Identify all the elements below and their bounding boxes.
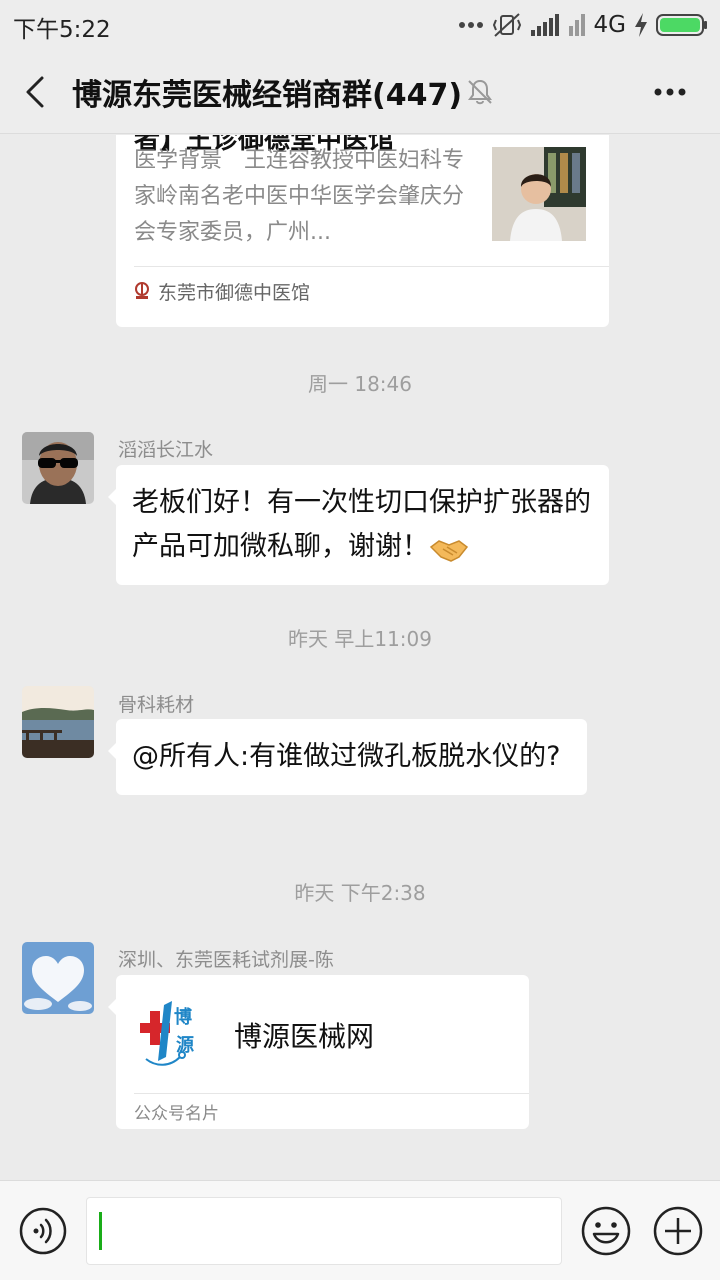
article-card[interactable]: 者】王诊御德堂中医馆 医学背景 王连容教授中医妇科专家岭南名老中医中华医学会肇庆… [116,135,609,327]
emoji-icon[interactable] [580,1205,632,1257]
article-source: 东莞市御德中医馆 [134,276,310,306]
vibrate-off-icon [492,13,521,37]
avatar[interactable] [22,686,94,758]
avatar[interactable] [22,432,94,504]
message-bubble[interactable]: @所有人:有谁做过微孔板脱水仪的? [108,719,587,795]
message-input[interactable] [86,1197,562,1265]
article-divider [134,266,609,267]
message-text: 老板们好！有一次性切口保护扩张器的产品可加微私聊，谢谢！ [132,487,591,562]
input-bar [0,1180,720,1280]
sim-signal-icon [568,14,585,36]
mute-bell-icon [468,79,492,105]
contact-card[interactable]: 博 源 博源医械网 公众号名片 [108,975,529,1129]
message-bubble[interactable]: 老板们好！有一次性切口保护扩张器的产品可加微私聊，谢谢！ [108,465,609,585]
timestamp: 昨天 下午2:38 [294,881,426,905]
handshake-icon [429,539,469,562]
more-icon[interactable] [650,78,690,106]
status-icons: 4G [458,10,708,40]
boyuan-logo-icon: 博 源 [140,1001,194,1066]
chat-area[interactable]: 者】王诊御德堂中医馆 医学背景 王连容教授中医妇科专家岭南名老中医中华医学会肇庆… [0,135,720,1180]
sender-name: 骨科耗材 [118,694,195,716]
avatar[interactable] [22,942,94,1014]
card-type: 公众号名片 [134,1104,219,1124]
sender-name: 滔滔长江水 [118,439,214,461]
chat-header: 博源东莞医械经销商群(447) [0,50,720,134]
status-bar: 下午5:22 4G [0,0,720,50]
clinic-logo-icon [135,282,149,299]
article-description: 医学背景 王连容教授中医妇科专家岭南名老中医中华医学会肇庆分会专家委员，广州..… [134,148,465,245]
timestamp: 周一 18:46 [308,372,412,396]
input-caret [99,1212,102,1250]
article-source-name: 东莞市御德中医馆 [158,281,311,304]
voice-icon[interactable] [18,1206,68,1256]
status-time: 下午5:22 [13,17,111,43]
article-thumbnail [492,147,586,241]
sender-name: 深圳、东莞医耗试剂展-陈 [118,949,334,971]
back-icon[interactable] [20,74,56,110]
timestamp: 昨天 早上11:09 [288,627,432,651]
message-text: @所有人:有谁做过微孔板脱水仪的? [132,741,561,772]
charging-icon [635,13,647,37]
chat-title: 博源东莞医械经销商群(447) [72,78,463,113]
signal-icon [530,14,559,36]
card-divider [134,1093,529,1094]
plus-icon[interactable] [652,1205,704,1257]
more-dots-icon [458,22,483,28]
svg-text:博: 博 [174,1006,192,1028]
card-name: 博源医械网 [234,1020,375,1053]
network-type: 4G [593,12,626,38]
battery-icon [656,14,707,36]
